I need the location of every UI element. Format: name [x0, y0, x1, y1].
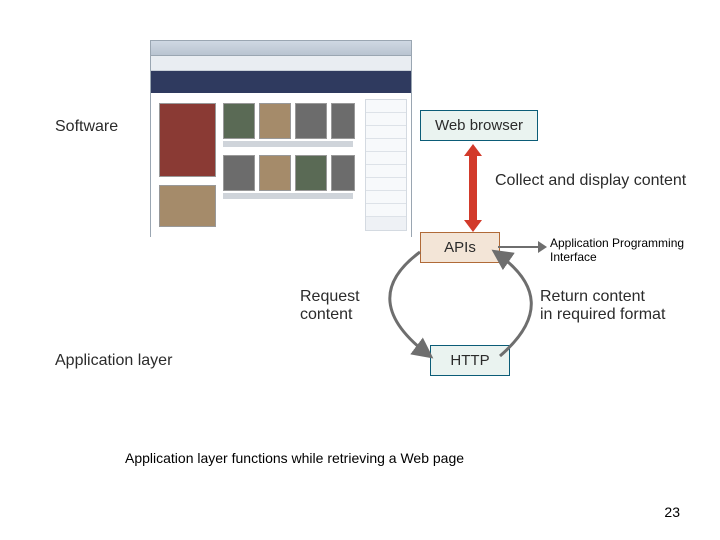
label-application-layer: Application layer: [55, 352, 172, 370]
arrow-right-icon: [538, 241, 547, 253]
thumb: [223, 155, 255, 191]
thumb: [259, 155, 291, 191]
node-http: HTTP: [430, 345, 510, 376]
thumb: [159, 185, 216, 227]
thumb: [295, 155, 327, 191]
node-web-browser: Web browser: [420, 110, 538, 141]
thumb: [331, 155, 355, 191]
thumb: [223, 103, 255, 139]
page-number: 23: [664, 504, 680, 520]
label-api-expansion-l1: Application Programming: [550, 236, 684, 250]
window-toolbar: [151, 56, 411, 71]
sidebar-mock: [365, 99, 407, 231]
site-header: [151, 71, 411, 93]
window-titlebar: [151, 41, 411, 56]
thumb: [331, 103, 355, 139]
browser-screenshot: [150, 40, 412, 237]
thumb-caption: [223, 141, 353, 147]
label-return-content-l2: in required format: [540, 306, 665, 324]
thumb: [259, 103, 291, 139]
thumb: [295, 103, 327, 139]
arrow-down-icon: [464, 220, 482, 232]
arrow-bidirectional: [469, 155, 477, 221]
node-apis: APIs: [420, 232, 500, 263]
label-request-content-l2: content: [300, 306, 352, 324]
diagram-stage: Software Application layer Web b: [0, 0, 720, 540]
thumb: [159, 103, 216, 177]
label-return-content-l1: Return content: [540, 288, 645, 306]
label-api-expansion-l2: Interface: [550, 250, 597, 264]
thumb-caption: [223, 193, 353, 199]
label-software: Software: [55, 118, 118, 136]
label-request-content-l1: Request: [300, 288, 360, 306]
connector-line: [498, 246, 540, 248]
site-body: [151, 93, 411, 238]
label-collect-display: Collect and display content: [495, 172, 686, 190]
figure-caption: Application layer functions while retrie…: [125, 450, 464, 466]
